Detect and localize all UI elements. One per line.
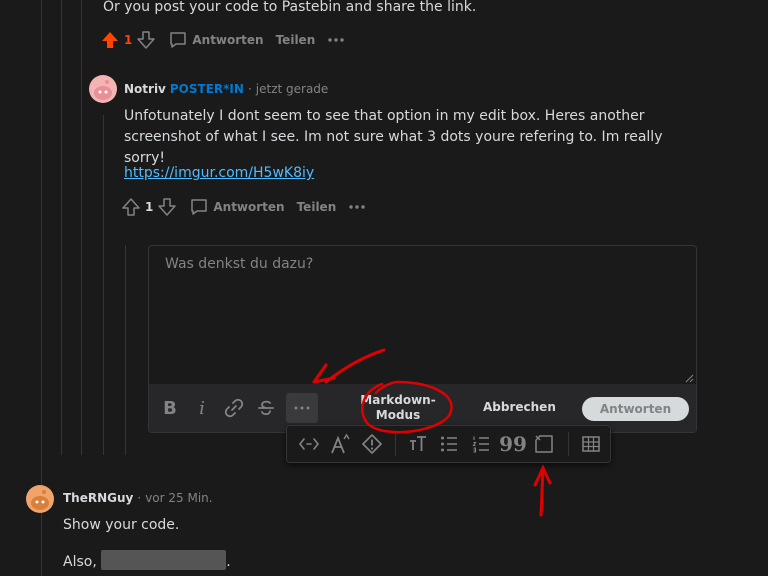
annotation-overlay (312, 348, 552, 517)
annotation-arrow (533, 464, 552, 517)
annotation-arrow (312, 348, 386, 384)
annotation-circle (361, 380, 453, 434)
